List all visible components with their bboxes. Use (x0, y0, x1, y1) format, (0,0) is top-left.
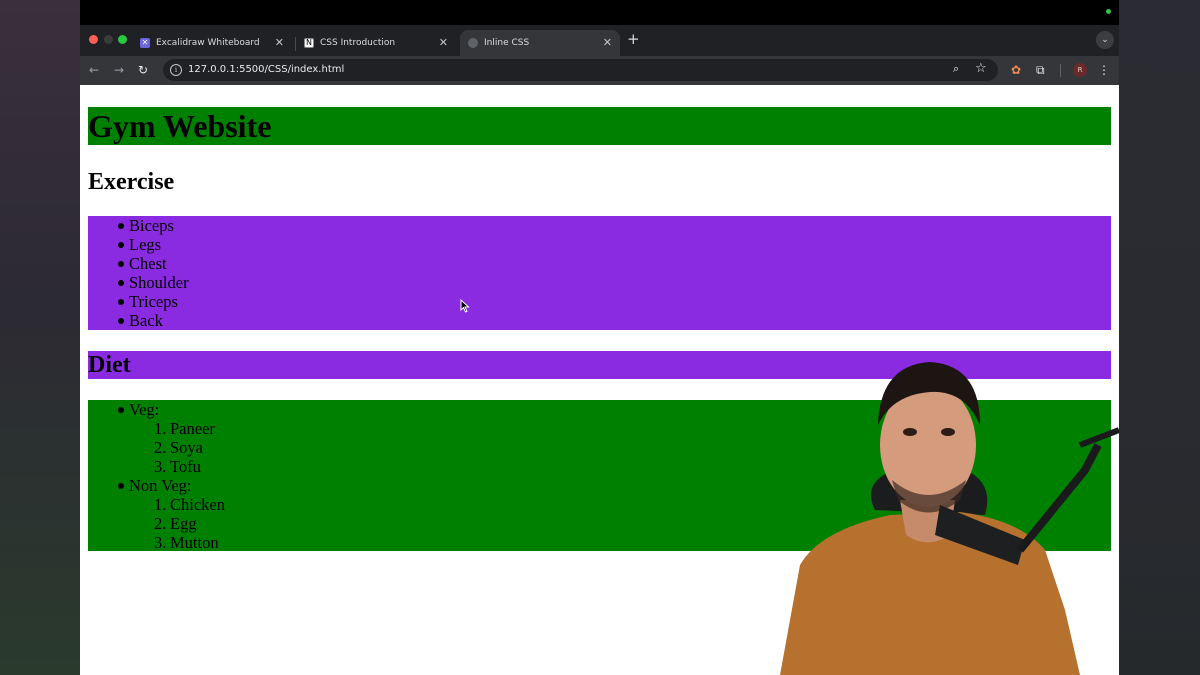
recording-indicator-icon (1106, 9, 1111, 14)
toolbar-separator (1060, 64, 1061, 77)
exercise-list: Biceps Legs Chest Shoulder Triceps Back (88, 216, 1111, 330)
extensions-puzzle-icon[interactable]: ⧉ (1036, 62, 1045, 78)
bookmark-star-icon[interactable]: ☆ (975, 61, 987, 76)
notion-icon: N (304, 38, 314, 48)
exercise-heading: Exercise (88, 169, 175, 195)
right-eye (941, 428, 955, 436)
list-bullet (118, 483, 124, 489)
close-tab-icon[interactable]: ✕ (439, 30, 448, 56)
list-item: Egg (170, 514, 197, 533)
list-item: Non Veg: (129, 476, 192, 495)
list-item: Paneer (170, 419, 215, 438)
mouse-cursor-icon (460, 299, 470, 313)
desktop-background-right (1119, 0, 1200, 675)
list-item: Chest (129, 254, 167, 273)
list-item: Soya (170, 438, 203, 457)
new-tab-button[interactable]: + (627, 30, 640, 48)
desktop-background-left (0, 0, 80, 675)
maximize-window-button[interactable] (118, 35, 127, 44)
close-window-button[interactable] (89, 35, 98, 44)
list-item: Chicken (170, 495, 225, 514)
list-item: Back (129, 311, 163, 330)
list-item: Shoulder (129, 273, 189, 292)
list-item: Mutton (170, 533, 219, 552)
browser-window: ✕ Excalidraw Whiteboard ✕ N CSS Introduc… (80, 0, 1119, 675)
list-item: Tofu (170, 457, 201, 476)
tab-title: Inline CSS (484, 38, 530, 48)
list-bullet (118, 223, 124, 229)
ordered-number: 2. (154, 514, 167, 533)
menu-bar (80, 0, 1119, 25)
tab-search-chevron-icon[interactable]: ⌄ (1096, 31, 1114, 49)
minimize-window-button[interactable] (104, 35, 113, 44)
address-bar[interactable]: i 127.0.0.1:5500/CSS/index.html ⌕ ☆ (163, 59, 998, 81)
globe-icon (468, 38, 478, 48)
close-tab-icon[interactable]: ✕ (275, 30, 284, 56)
list-bullet (118, 299, 124, 305)
ordered-number: 1. (154, 419, 167, 438)
profile-initial: R (1077, 66, 1083, 74)
tab-inline-css[interactable]: Inline CSS ✕ (460, 30, 620, 56)
ordered-number: 1. (154, 495, 167, 514)
page-title: Gym Website (88, 107, 1111, 145)
list-item: Veg: (129, 400, 160, 419)
mic-arm-joint (1078, 427, 1119, 448)
site-info-icon[interactable]: i (170, 64, 182, 76)
list-bullet (118, 242, 124, 248)
browser-toolbar: ← → ↻ i 127.0.0.1:5500/CSS/index.html ⌕ … (80, 56, 1119, 85)
back-arrow-icon[interactable]: ← (89, 62, 99, 78)
list-bullet (118, 280, 124, 286)
presenter-webcam (780, 362, 1119, 675)
kebab-menu-icon[interactable]: ⋮ (1098, 62, 1110, 78)
list-bullet (118, 261, 124, 267)
left-eye (903, 428, 917, 436)
ordered-number: 3. (154, 457, 167, 476)
ordered-number: 3. (154, 533, 167, 552)
list-bullet (118, 318, 124, 324)
url-text[interactable]: 127.0.0.1:5500/CSS/index.html (188, 59, 344, 81)
forward-arrow-icon[interactable]: → (114, 62, 124, 78)
profile-avatar[interactable]: R (1073, 63, 1087, 77)
extension-icon[interactable]: ✿ (1011, 62, 1021, 78)
list-item: Legs (129, 235, 162, 254)
close-tab-icon[interactable]: ✕ (603, 30, 612, 56)
tab-css-introduction[interactable]: N CSS Introduction ✕ (296, 30, 456, 56)
mic-arm (1016, 443, 1102, 553)
list-item: Triceps (129, 292, 178, 311)
excalidraw-icon: ✕ (140, 38, 150, 48)
list-item: Biceps (129, 216, 174, 235)
ordered-number: 2. (154, 438, 167, 457)
tab-title: Excalidraw Whiteboard (156, 38, 260, 48)
reload-icon[interactable]: ↻ (138, 62, 148, 78)
tab-strip: ✕ Excalidraw Whiteboard ✕ N CSS Introduc… (80, 25, 1119, 56)
tab-title: CSS Introduction (320, 38, 396, 48)
tab-excalidraw[interactable]: ✕ Excalidraw Whiteboard ✕ (132, 30, 292, 56)
list-bullet (118, 407, 124, 413)
zoom-icon[interactable]: ⌕ (953, 62, 959, 76)
